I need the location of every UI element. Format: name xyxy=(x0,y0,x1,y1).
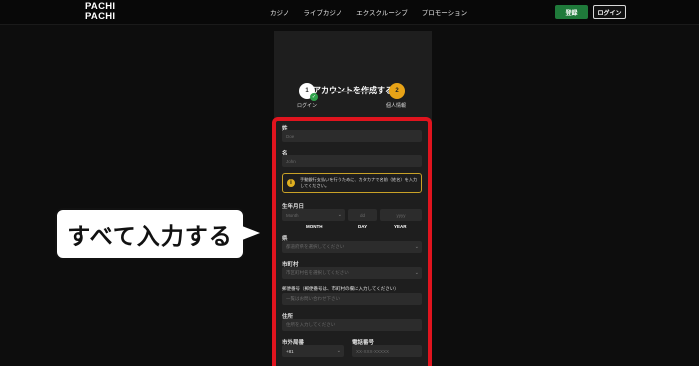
main-nav: カジノ ライブカジノ エクスクルーシブ プロモーション xyxy=(270,7,467,17)
logo-line2: PACHI xyxy=(85,10,116,22)
register-button[interactable]: 登録 xyxy=(555,5,588,19)
nav-item-exclusive[interactable]: エクスクルーシブ xyxy=(356,7,407,17)
callout-pointer xyxy=(242,226,260,240)
annotation-callout: すべて入力する xyxy=(55,208,245,260)
top-navigation-bar: PACHI PACHI カジノ ライブカジノ エクスクルーシブ プロモーション … xyxy=(0,0,699,25)
nav-item-live-casino[interactable]: ライブカジノ xyxy=(303,7,342,17)
callout-text: すべて入力する xyxy=(67,223,233,249)
step-2-circle: 2 xyxy=(389,83,405,99)
checkmark-icon: ✓ xyxy=(310,93,318,101)
nav-item-promotions[interactable]: プロモーション xyxy=(422,7,467,17)
login-button[interactable]: ログイン xyxy=(593,5,626,19)
nav-item-casino[interactable]: カジノ xyxy=(270,7,289,17)
site-logo[interactable]: PACHI PACHI xyxy=(85,2,115,21)
step-1-label: ログイン xyxy=(297,103,318,109)
step-2-label: 個人情報 xyxy=(386,103,407,109)
form-highlight-frame xyxy=(272,117,432,366)
step-connector xyxy=(333,91,375,92)
